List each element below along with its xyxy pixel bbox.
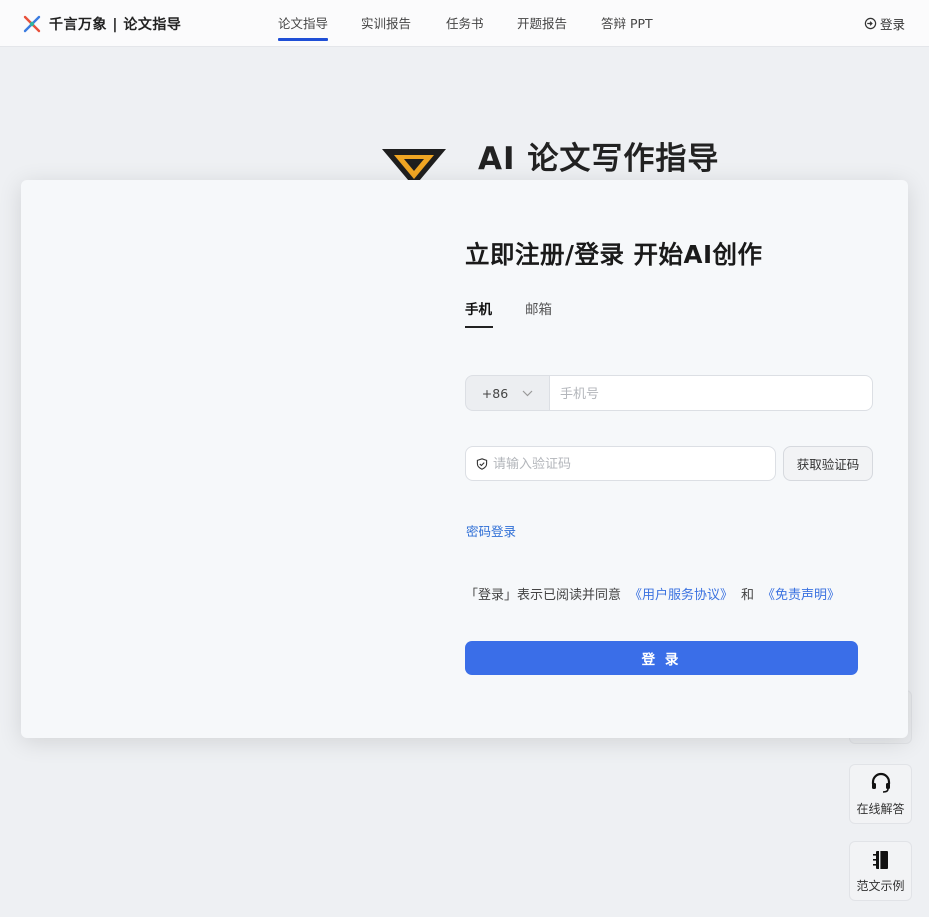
modal-title: 立即注册/登录 开始AI创作 bbox=[465, 240, 763, 269]
verification-code-field[interactable] bbox=[465, 446, 776, 481]
brand-name: 千言万象 | 论文指导 bbox=[49, 17, 182, 33]
nav-item-thesis[interactable]: 论文指导 bbox=[278, 13, 329, 41]
country-code-value: +86 bbox=[481, 385, 509, 401]
tab-email[interactable]: 邮箱 bbox=[525, 298, 552, 318]
brand[interactable]: 千言万象 | 论文指导 bbox=[22, 12, 181, 36]
agreement-text: 「登录」表示已阅读并同意 《用户服务协议》 和 《免责声明》 bbox=[465, 584, 840, 603]
login-icon bbox=[864, 17, 877, 30]
password-login-link[interactable]: 密码登录 bbox=[466, 521, 516, 540]
shield-check-icon bbox=[476, 457, 488, 470]
sample-essays-label: 范文示例 bbox=[856, 879, 905, 893]
nav-login-label: 登录 bbox=[879, 17, 905, 32]
country-code-select[interactable]: +86 bbox=[465, 375, 549, 411]
sample-essays-button[interactable]: 范文示例 bbox=[849, 841, 912, 901]
get-code-button[interactable]: 获取验证码 bbox=[783, 446, 873, 481]
brand-logo-icon bbox=[23, 15, 41, 33]
headset-icon bbox=[871, 772, 890, 793]
hero-title: AI 论文写作指导 bbox=[478, 141, 720, 177]
verification-code-input[interactable] bbox=[493, 456, 775, 471]
top-navbar: 千言万象 | 论文指导 论文指导 实训报告 任务书 开题报告 答辩 PPT 登录 bbox=[0, 0, 929, 47]
disclaimer-link[interactable]: 《免责声明》 bbox=[762, 584, 840, 603]
agreement-and: 和 bbox=[741, 588, 755, 603]
online-support-label: 在线解答 bbox=[856, 802, 905, 816]
nav-item-assignment[interactable]: 任务书 bbox=[446, 13, 484, 32]
terms-link[interactable]: 《用户服务协议》 bbox=[621, 584, 733, 603]
notebook-icon bbox=[872, 851, 888, 869]
nav-item-defense-ppt[interactable]: 答辩 PPT bbox=[601, 13, 653, 32]
phone-input[interactable] bbox=[549, 375, 873, 411]
login-button[interactable]: 登 录 bbox=[465, 641, 858, 675]
chevron-down-icon bbox=[522, 390, 533, 396]
tab-phone[interactable]: 手机 bbox=[465, 298, 493, 328]
online-support-button[interactable]: 在线解答 bbox=[849, 764, 912, 824]
nav-item-practice-report[interactable]: 实训报告 bbox=[361, 13, 411, 32]
phone-field-group: +86 bbox=[465, 375, 873, 411]
agreement-prefix: 「登录」表示已阅读并同意 bbox=[465, 588, 622, 603]
login-modal: 立即注册/登录 开始AI创作 手机 邮箱 +86 获取验证码 密码登录 「登录」… bbox=[21, 180, 908, 738]
nav-login-button[interactable]: 登录 bbox=[864, 14, 905, 33]
nav-item-proposal[interactable]: 开题报告 bbox=[517, 13, 567, 32]
